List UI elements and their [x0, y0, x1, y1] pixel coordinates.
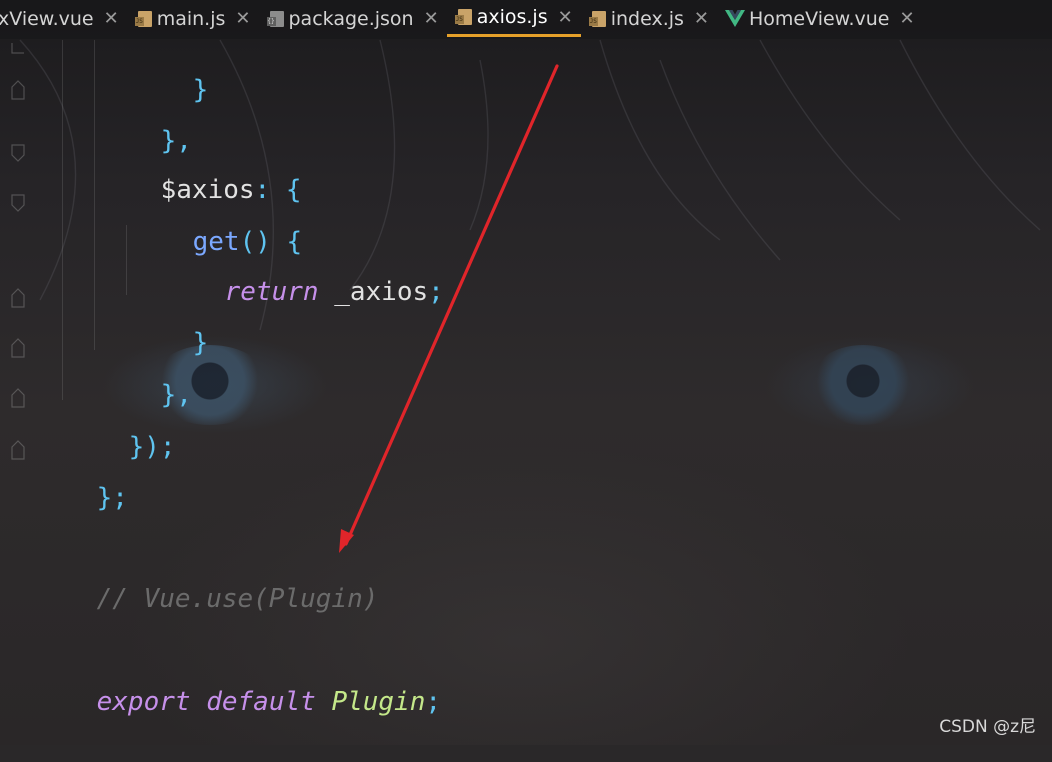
tab-index-js[interactable]: JS index.js ✕: [581, 0, 717, 37]
close-icon[interactable]: ✕: [558, 7, 573, 28]
tab-label: axios.js: [476, 6, 548, 28]
code-comment: // Vue.use(Plugin): [96, 584, 379, 614]
code-token: });: [128, 432, 176, 462]
js-file-icon: JS: [134, 10, 153, 28]
js-file-icon: JS: [454, 8, 473, 26]
tab-xview-vue[interactable]: xView.vue ✕: [0, 0, 127, 37]
code-line: return _axios;: [162, 232, 444, 307]
close-icon[interactable]: ✕: [899, 8, 914, 29]
code-token: _axios: [318, 277, 429, 307]
code-line: // Vue.use(Plugin): [34, 539, 379, 614]
code-token: export: [96, 687, 191, 717]
tab-label: xView.vue: [0, 7, 94, 30]
json-file-icon: {}: [266, 10, 285, 28]
tab-homeview-vue[interactable]: HomeView.vue ✕: [717, 0, 923, 37]
tab-label: package.json: [288, 7, 414, 30]
code-token: Plugin: [331, 687, 426, 717]
code-line: }: [130, 30, 209, 105]
tab-package-json[interactable]: {} package.json ✕: [259, 0, 447, 37]
close-icon[interactable]: ✕: [235, 8, 250, 29]
code-line: get() {: [130, 182, 303, 257]
fold-markers: [11, 43, 25, 460]
tab-label: HomeView.vue: [749, 7, 890, 30]
code-line: });: [66, 387, 176, 462]
indent-guide: [62, 40, 63, 400]
close-icon[interactable]: ✕: [424, 8, 439, 29]
close-icon[interactable]: ✕: [694, 8, 709, 29]
code-token: }: [192, 328, 209, 358]
watermark: CSDN @z尼: [939, 717, 1036, 737]
code-line: export default Plugin;: [34, 642, 441, 717]
code-line: $axios: {: [98, 130, 302, 205]
editor-gutter: [0, 39, 30, 479]
code-token: return: [224, 277, 319, 307]
code-line: }: [130, 283, 209, 358]
background-right-eye: [808, 345, 918, 425]
code-token: ;: [425, 687, 442, 717]
code-token: };: [96, 483, 128, 513]
tab-label: main.js: [156, 7, 226, 30]
tab-label: index.js: [610, 7, 684, 30]
vue-logo-icon: [725, 9, 746, 27]
code-token: ;: [428, 277, 444, 307]
js-file-icon: JS: [588, 10, 607, 28]
code-line: },: [98, 81, 192, 156]
code-token: }: [192, 75, 209, 105]
tab-axios-js[interactable]: JS axios.js ✕: [446, 0, 581, 37]
indent-guide: [94, 40, 95, 350]
code-line: };: [34, 438, 128, 513]
close-icon[interactable]: ✕: [104, 8, 119, 29]
code-line: },: [98, 335, 192, 410]
code-token: default: [206, 687, 316, 717]
